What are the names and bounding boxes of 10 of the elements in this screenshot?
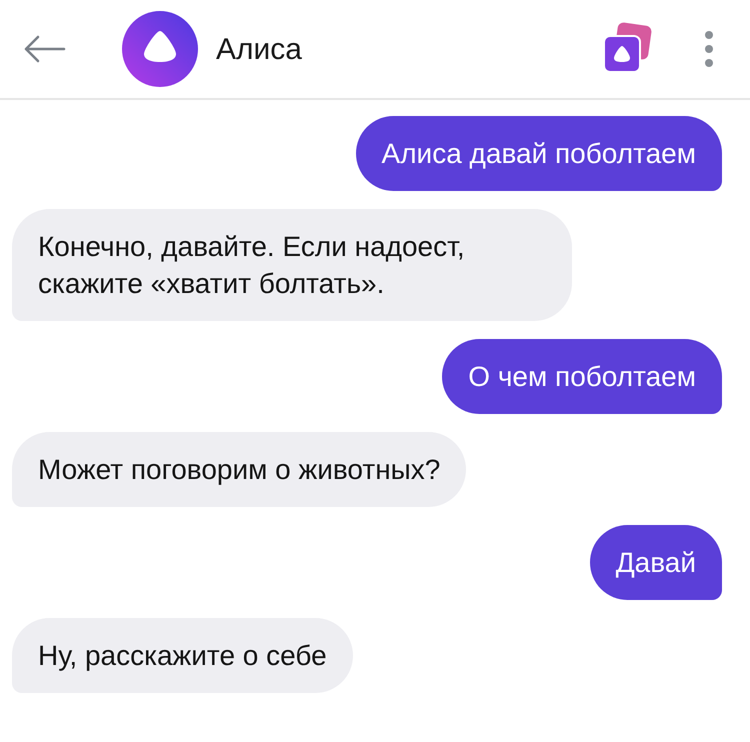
chat-title: Алиса	[216, 32, 303, 68]
more-options-icon[interactable]	[704, 30, 714, 68]
message-bubble: Конечно, давайте. Если надоест, скажите «хватит болтать».	[12, 209, 572, 321]
back-arrow-icon[interactable]	[22, 35, 66, 63]
message-bubble: Алиса давай поболтаем	[356, 116, 722, 191]
message-bubble: О чем поболтаем	[442, 339, 722, 414]
message-bubble: Давай	[590, 525, 722, 600]
avatar-icon	[122, 11, 198, 87]
message-bubble: Ну, расскажите о себе	[12, 618, 353, 693]
message-bubble: Может поговорим о животных?	[12, 432, 466, 507]
